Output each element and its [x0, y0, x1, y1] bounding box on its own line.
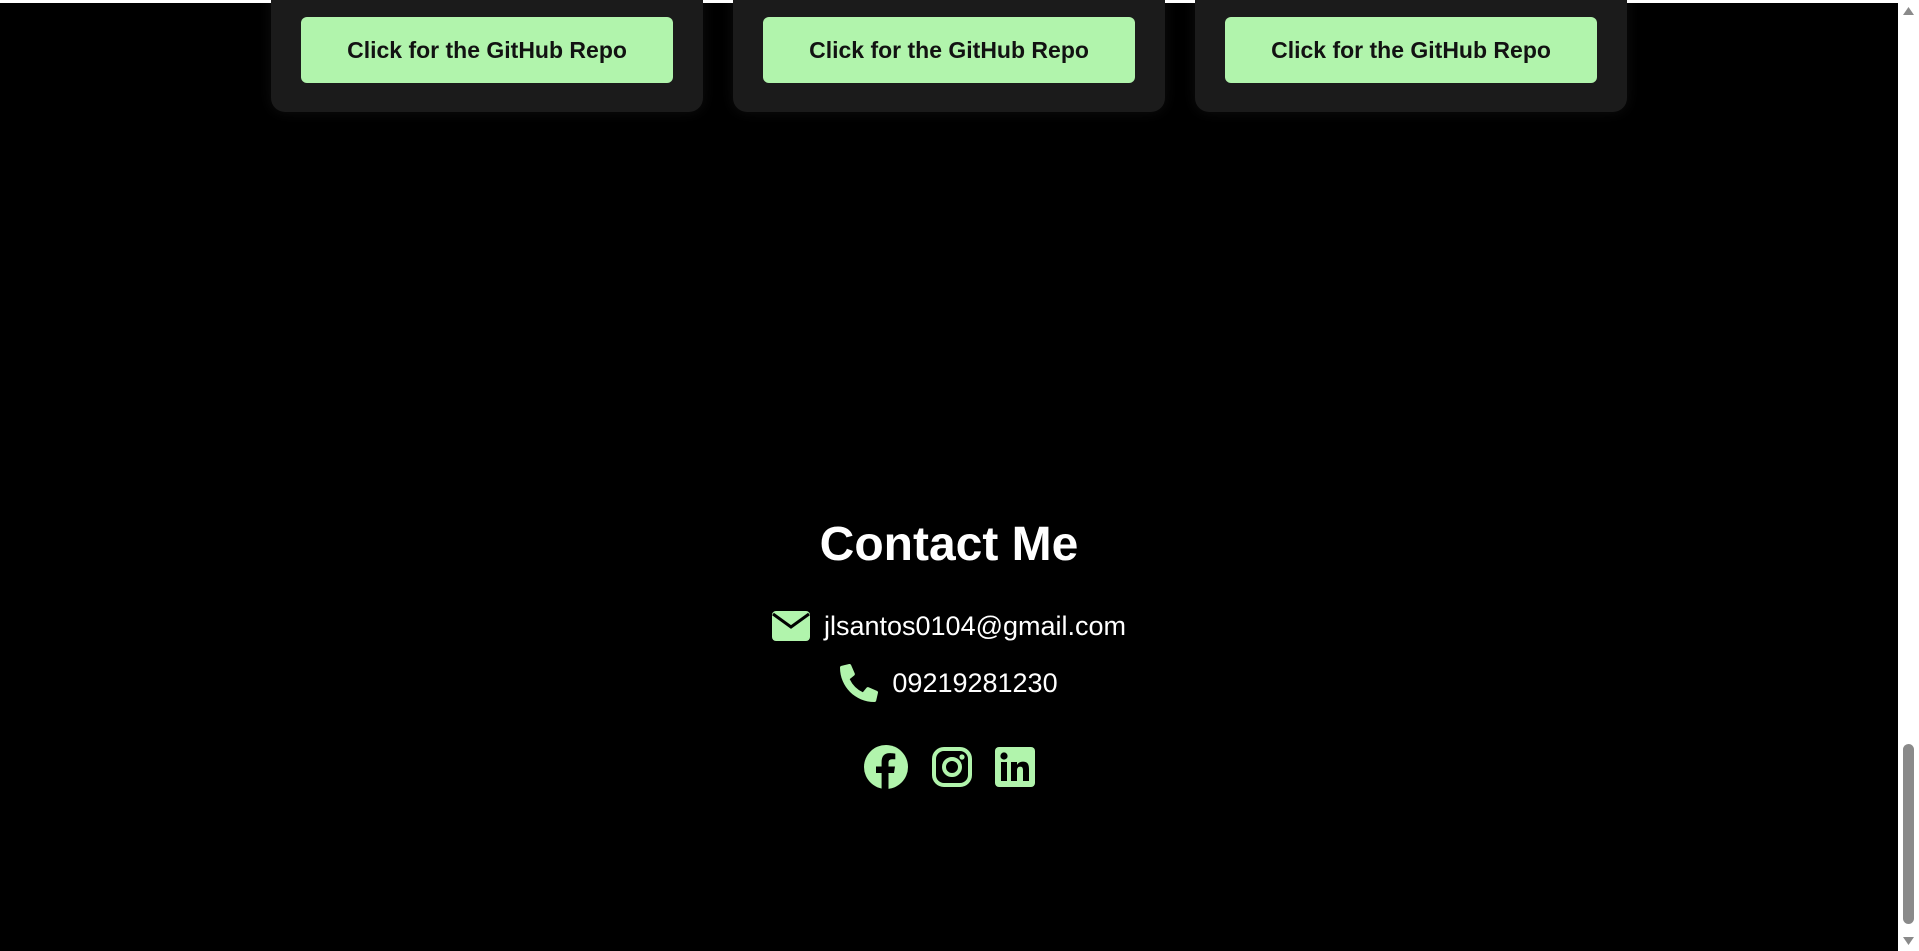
scroll-down-arrow-icon[interactable]: [1898, 932, 1919, 949]
linkedin-link[interactable]: [995, 747, 1035, 787]
linkedin-icon: [995, 747, 1035, 787]
page-viewport: Click for the GitHub Repo Click for the …: [0, 0, 1898, 951]
project-card: Click for the GitHub Repo: [733, 0, 1165, 112]
github-repo-button[interactable]: Click for the GitHub Repo: [301, 17, 673, 83]
phone-icon: [840, 664, 879, 702]
project-card: Click for the GitHub Repo: [1195, 0, 1627, 112]
vertical-scrollbar[interactable]: [1898, 0, 1919, 951]
github-repo-button[interactable]: Click for the GitHub Repo: [763, 17, 1135, 83]
contact-email-row: jlsantos0104@gmail.com: [0, 604, 1898, 648]
contact-email[interactable]: jlsantos0104@gmail.com: [824, 611, 1126, 642]
github-repo-button[interactable]: Click for the GitHub Repo: [1225, 17, 1597, 83]
project-card: Click for the GitHub Repo: [271, 0, 703, 112]
envelope-icon: [771, 611, 810, 641]
contact-title: Contact Me: [819, 518, 1079, 571]
facebook-link[interactable]: [863, 744, 909, 790]
contact-phone[interactable]: 09219281230: [892, 668, 1057, 699]
social-links: [0, 744, 1898, 790]
scroll-up-arrow-icon[interactable]: [1898, 2, 1919, 19]
contact-phone-row: 09219281230: [0, 661, 1898, 705]
instagram-icon: [931, 746, 973, 788]
instagram-link[interactable]: [931, 746, 973, 788]
facebook-icon: [863, 744, 909, 790]
scrollbar-thumb[interactable]: [1903, 744, 1914, 924]
